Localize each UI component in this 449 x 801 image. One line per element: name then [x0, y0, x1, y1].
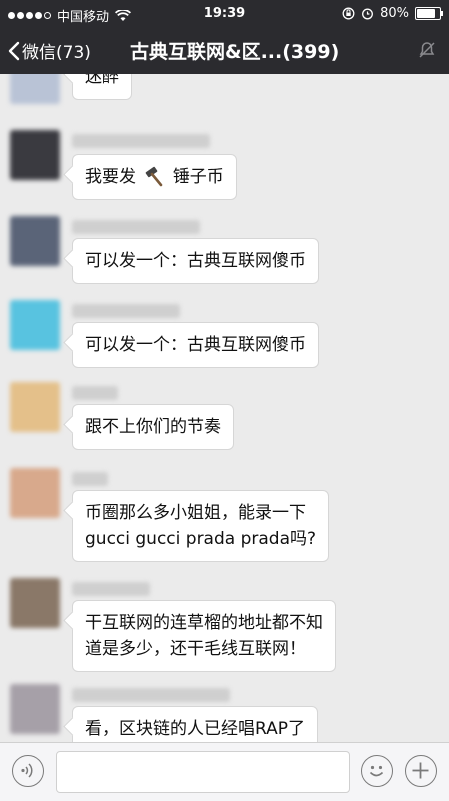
message-bubble[interactable]: 可以发一个：古典互联网傻币	[72, 238, 319, 284]
avatar[interactable]	[10, 468, 60, 518]
status-right: 80%	[342, 6, 443, 21]
voice-input-button[interactable]	[12, 755, 44, 787]
message-text: 迷醉	[85, 74, 119, 87]
sender-name	[72, 386, 118, 400]
sender-name	[72, 472, 108, 486]
emoji-icon	[369, 765, 384, 777]
battery-icon	[415, 7, 443, 20]
sender-name	[72, 582, 150, 596]
avatar[interactable]	[10, 216, 60, 266]
message-bubble[interactable]: 干互联网的连草榴的地址都不知 道是多少，还干毛线互联网！	[72, 600, 336, 672]
avatar[interactable]	[10, 300, 60, 350]
sender-name	[72, 688, 230, 702]
back-label: 微信(73)	[22, 43, 91, 63]
avatar[interactable]	[10, 684, 60, 734]
mute-icon	[419, 42, 435, 58]
chevron-left-icon	[8, 41, 20, 60]
message-bubble[interactable]: 看，区块链的人已经唱RAP了	[72, 706, 319, 742]
sender-name	[72, 134, 210, 148]
hammer-icon	[146, 166, 163, 187]
message-text: 币圈那么多小姐姐，能录一下	[85, 503, 306, 523]
message-text: 可以发一个：古典互联网傻币	[85, 335, 306, 355]
sender-name	[72, 304, 180, 318]
message-text: 跟不上你们的节奏	[85, 417, 221, 437]
voice-icon	[21, 763, 33, 778]
avatar[interactable]	[10, 74, 60, 104]
avatar[interactable]	[10, 130, 60, 180]
message-input[interactable]	[56, 751, 350, 793]
message-text: 干互联网的连草榴的地址都不知	[85, 613, 323, 633]
message-text-suffix: 锤子币	[172, 167, 224, 187]
rotation-lock-icon	[342, 7, 355, 20]
input-bar	[0, 742, 449, 801]
avatar[interactable]	[10, 578, 60, 628]
plus-icon	[412, 762, 429, 779]
more-button[interactable]	[405, 755, 437, 787]
back-button[interactable]: 微信(73)	[8, 38, 91, 63]
message-bubble[interactable]: 可以发一个：古典互联网傻币	[72, 322, 319, 368]
message-bubble[interactable]: 币圈那么多小姐姐，能录一下 gucci gucci prada prada吗?	[72, 490, 330, 562]
battery-percent: 80%	[380, 6, 409, 21]
emoji-button[interactable]	[361, 755, 393, 787]
chat-title[interactable]: 古典互联网&区...(399)	[130, 37, 339, 64]
message-text-line2: 道是多少，还干毛线互联网！	[85, 639, 306, 659]
message-text-line2: gucci gucci prada prada吗?	[85, 529, 317, 549]
message-bubble[interactable]: 我要发 锤子币	[72, 154, 237, 200]
alarm-icon	[362, 8, 374, 20]
sender-name	[72, 220, 200, 234]
message-text: 看，区块链的人已经唱RAP了	[85, 719, 306, 739]
message-list[interactable]: 迷醉 我要发 锤子币 可以发一个：古典互联网傻币 可以发一个：古典互联网傻币 跟…	[0, 74, 449, 742]
message-bubble[interactable]: 跟不上你们的节奏	[72, 404, 234, 450]
message-text: 可以发一个：古典互联网傻币	[85, 251, 306, 271]
nav-bar: 微信(73) 古典互联网&区...(399)	[0, 28, 449, 74]
avatar[interactable]	[10, 382, 60, 432]
status-bar: 中国移动 19:39 80%	[0, 0, 449, 28]
message-text: 我要发	[85, 167, 136, 187]
message-bubble[interactable]: 迷醉	[72, 74, 132, 100]
